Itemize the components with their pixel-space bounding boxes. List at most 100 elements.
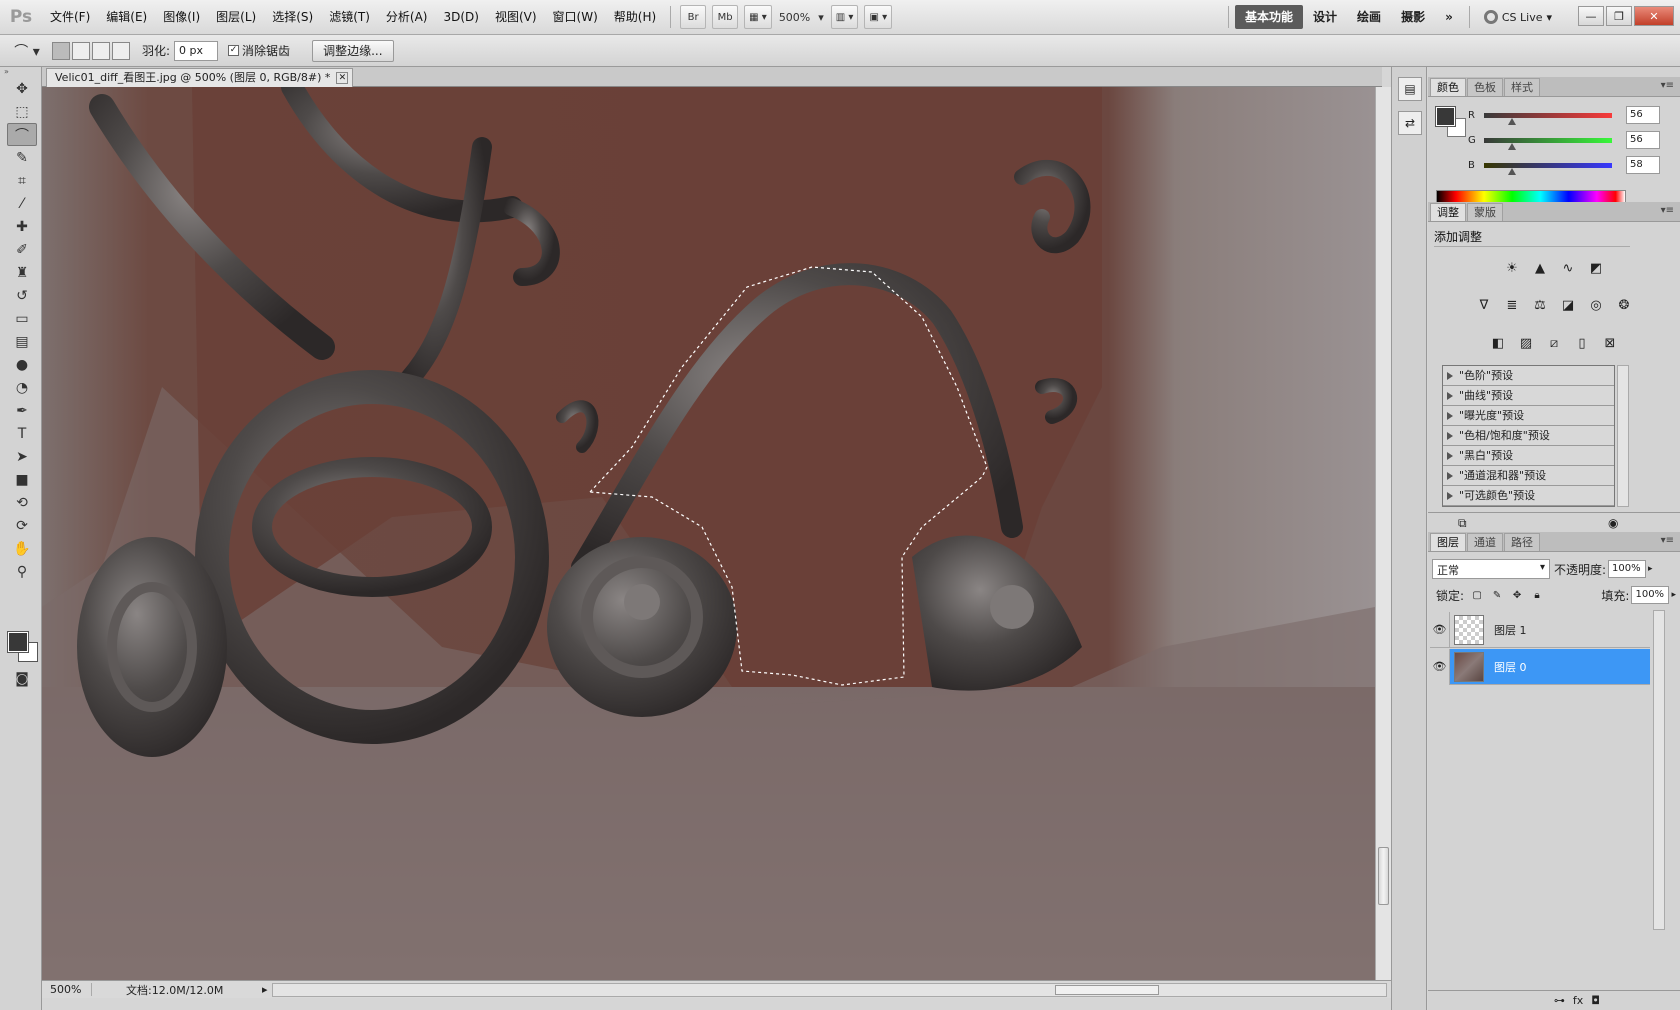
photo-filter-icon[interactable]: ◎ [1585, 294, 1607, 316]
workspace-photography[interactable]: 摄影 [1391, 5, 1435, 29]
panel-menu-icon[interactable]: ▾≡ [1661, 205, 1674, 216]
eyedropper-tool-icon[interactable]: ⁄ [7, 192, 37, 215]
menu-layer[interactable]: 图层(L) [208, 0, 264, 35]
panel-menu-icon[interactable]: ▾≡ [1661, 535, 1674, 546]
blue-value-input[interactable]: 58 [1626, 156, 1660, 174]
clip-to-layer-icon[interactable]: ⧉ [1458, 516, 1467, 531]
3d-rotate-tool-icon[interactable]: ⟲ [7, 491, 37, 514]
pen-tool-icon[interactable]: ✒ [7, 399, 37, 422]
bridge-button[interactable]: Br [680, 5, 707, 29]
chevron-right-icon[interactable]: ▸ [1671, 590, 1676, 600]
blue-slider-thumb[interactable] [1508, 167, 1516, 175]
actions-panel-icon[interactable]: ⇄ [1398, 111, 1422, 135]
presets-scrollbar[interactable] [1617, 365, 1629, 507]
exposure-icon[interactable]: ◩ [1585, 257, 1607, 279]
menu-image[interactable]: 图像(I) [155, 0, 208, 35]
panel-menu-icon[interactable]: ▾≡ [1661, 80, 1674, 91]
preset-selective-color[interactable]: "可选颜色"预设 [1443, 486, 1614, 506]
path-selection-tool-icon[interactable]: ➤ [7, 445, 37, 468]
preset-levels[interactable]: "色阶"预设 [1443, 366, 1614, 386]
3d-orbit-tool-icon[interactable]: ⟳ [7, 514, 37, 537]
preset-hue-saturation[interactable]: "色相/饱和度"预设 [1443, 426, 1614, 446]
arrange-documents-button[interactable]: ▥ ▾ [830, 5, 859, 29]
quick-mask-icon[interactable]: ◙ [7, 667, 37, 690]
lock-all-icon[interactable]: 🔒︎ [1530, 588, 1544, 602]
view-extras-button[interactable]: ▦ ▾ [744, 5, 772, 29]
curves-icon[interactable]: ∿ [1557, 257, 1579, 279]
document-tab[interactable]: Velic01_diff_看图王.jpg @ 500% (图层 0, RGB/8… [46, 68, 354, 87]
marquee-tool-icon[interactable]: ⬚ [7, 100, 37, 123]
zoom-tool-icon[interactable]: ⚲ [7, 560, 37, 583]
invert-icon[interactable]: ◧ [1487, 332, 1509, 354]
more-workspaces-button[interactable]: » [1435, 5, 1463, 29]
tab-swatches[interactable]: 色板 [1467, 78, 1503, 96]
hue-saturation-icon[interactable]: ≣ [1501, 294, 1523, 316]
menu-view[interactable]: 视图(V) [487, 0, 545, 35]
layer-row[interactable]: 👁︎ 图层 1 [1430, 611, 1650, 648]
selective-color-icon[interactable]: ⊠ [1599, 332, 1621, 354]
document-canvas[interactable] [42, 87, 1375, 980]
green-slider-thumb[interactable] [1508, 142, 1516, 150]
menu-window[interactable]: 窗口(W) [545, 0, 606, 35]
fill-input[interactable]: 100% [1631, 586, 1670, 604]
eye-icon[interactable]: 👁︎ [1430, 611, 1450, 648]
workspace-essentials[interactable]: 基本功能 [1235, 5, 1304, 29]
vertical-scrollbar[interactable] [1375, 87, 1391, 980]
blend-mode-select[interactable]: 正常 [1432, 559, 1550, 579]
workspace-design[interactable]: 设计 [1303, 5, 1347, 29]
healing-brush-tool-icon[interactable]: ✚ [7, 215, 37, 238]
channel-mixer-icon[interactable]: ❂ [1613, 294, 1635, 316]
vibrance-icon[interactable]: ∇ [1473, 294, 1495, 316]
screen-mode-button[interactable]: ▣ ▾ [864, 5, 893, 29]
layer-row-selected[interactable]: 👁︎ 图层 0 [1430, 648, 1650, 685]
menu-select[interactable]: 选择(S) [264, 0, 321, 35]
chevron-down-icon[interactable]: ▾ [814, 11, 828, 24]
eraser-tool-icon[interactable]: ▭ [7, 307, 37, 330]
gradient-tool-icon[interactable]: ▤ [7, 330, 37, 353]
new-selection-icon[interactable] [52, 41, 70, 60]
tab-paths[interactable]: 路径 [1504, 533, 1540, 551]
preset-curves[interactable]: "曲线"预设 [1443, 386, 1614, 406]
lasso-tool-preset-picker[interactable]: ⌒ ▾ [10, 40, 44, 62]
lock-image-icon[interactable]: ✎ [1490, 588, 1504, 602]
add-to-selection-icon[interactable] [72, 41, 90, 60]
close-button[interactable]: ✕ [1634, 6, 1674, 26]
feather-input[interactable]: 0 px [174, 40, 219, 61]
red-slider-thumb[interactable] [1508, 117, 1516, 125]
zoom-level[interactable]: 500% [775, 11, 814, 24]
chevron-right-icon[interactable]: ▸ [1648, 564, 1653, 574]
history-brush-tool-icon[interactable]: ↺ [7, 284, 37, 307]
cs-live-button[interactable]: CS Live ▾ [1476, 10, 1560, 24]
hand-tool-icon[interactable]: ✋ [7, 537, 37, 560]
status-zoom[interactable]: 500% [42, 983, 92, 996]
threshold-icon[interactable]: ⧄ [1543, 332, 1565, 354]
opacity-input[interactable]: 100% [1608, 560, 1647, 578]
toggle-visibility-icon[interactable]: ◉ [1608, 516, 1618, 530]
gradient-map-icon[interactable]: ▯ [1571, 332, 1593, 354]
levels-icon[interactable]: ▲ [1529, 257, 1551, 279]
scrollbar-thumb[interactable] [1378, 847, 1389, 905]
layer-mask-icon[interactable]: ◘ [1591, 994, 1600, 1007]
tab-styles[interactable]: 样式 [1504, 78, 1540, 96]
tab-adjustments[interactable]: 调整 [1430, 203, 1466, 221]
scrollbar-thumb[interactable] [1054, 984, 1159, 995]
close-icon[interactable]: ✕ [336, 72, 349, 84]
brush-tool-icon[interactable]: ✐ [7, 238, 37, 261]
posterize-icon[interactable]: ▨ [1515, 332, 1537, 354]
menu-analysis[interactable]: 分析(A) [378, 0, 436, 35]
quick-selection-tool-icon[interactable]: ✎ [7, 146, 37, 169]
tab-color[interactable]: 颜色 [1430, 78, 1466, 96]
workspace-painting[interactable]: 绘画 [1347, 5, 1391, 29]
status-document-info[interactable]: 文档:12.0M/12.0M [92, 982, 262, 998]
layers-scrollbar[interactable] [1653, 610, 1665, 930]
foreground-color-swatch[interactable] [7, 631, 29, 653]
collapse-icon[interactable]: » [0, 67, 41, 77]
color-balance-icon[interactable]: ⚖ [1529, 294, 1551, 316]
lock-position-icon[interactable]: ✥ [1510, 588, 1524, 602]
red-slider[interactable] [1484, 112, 1612, 125]
brightness-contrast-icon[interactable]: ☀ [1501, 257, 1523, 279]
lock-transparent-icon[interactable]: ▢ [1470, 588, 1484, 602]
history-panel-icon[interactable]: ▤ [1398, 77, 1422, 101]
menu-3d[interactable]: 3D(D) [435, 0, 486, 35]
menu-edit[interactable]: 编辑(E) [98, 0, 155, 35]
